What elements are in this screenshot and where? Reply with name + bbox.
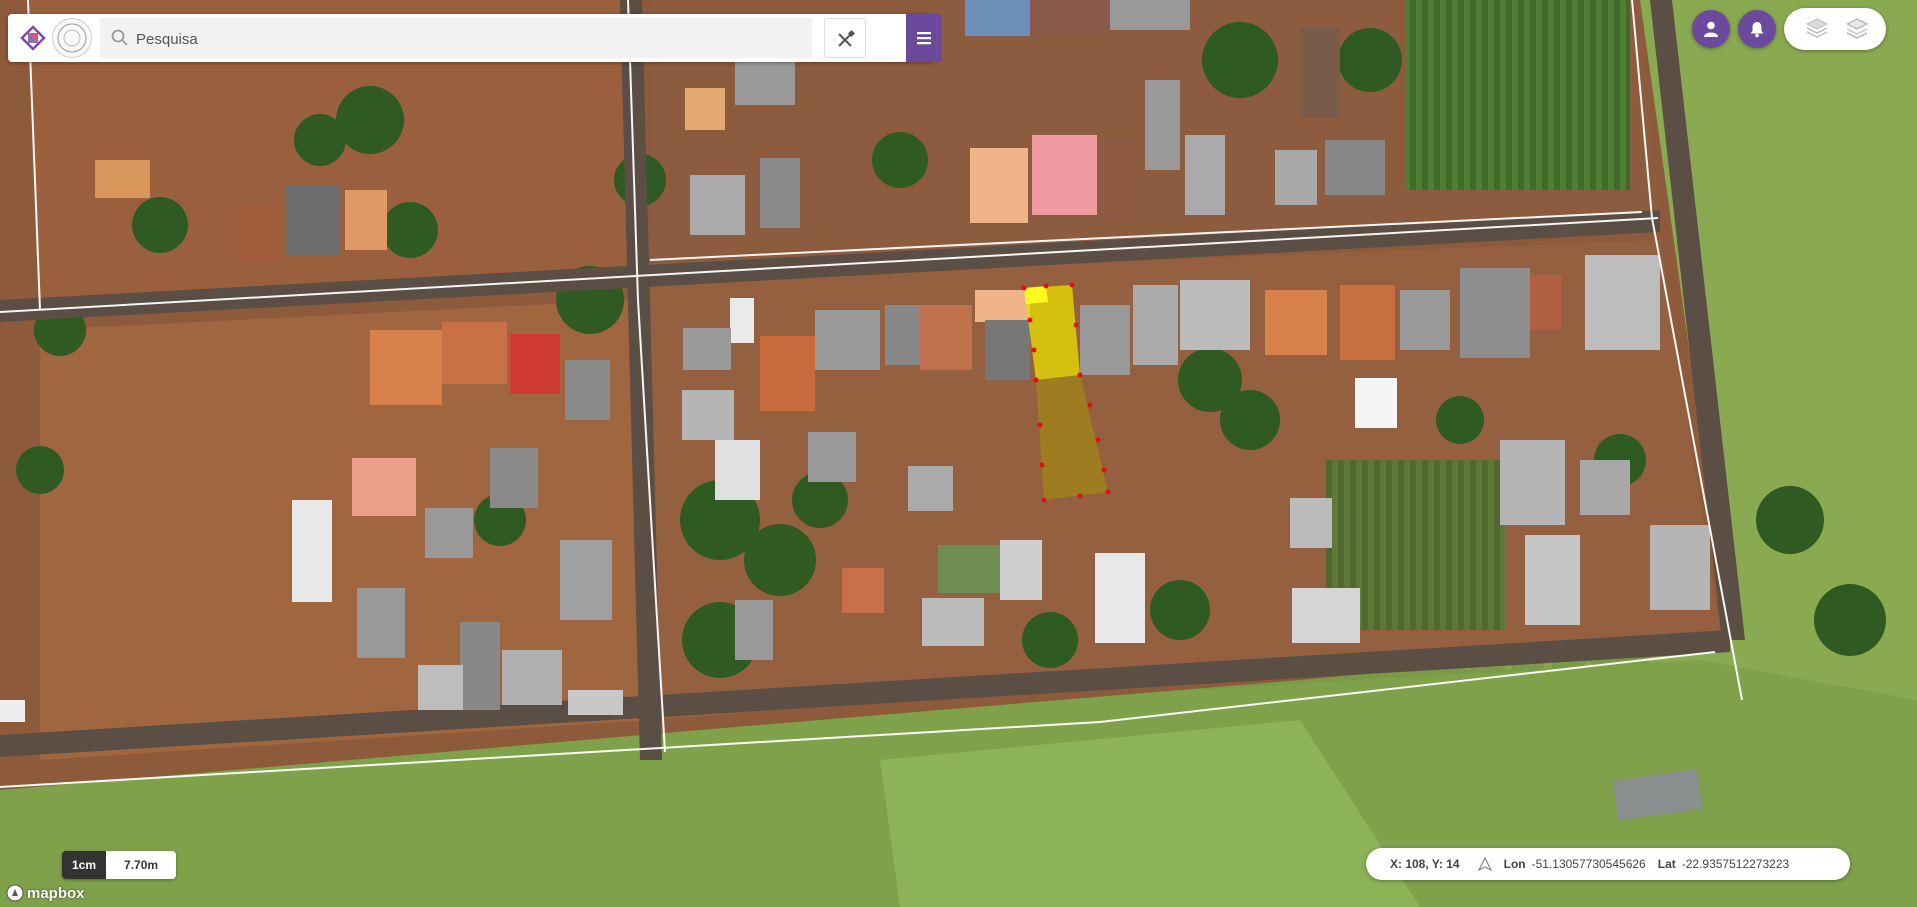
layers-stack-icon[interactable] [1802, 14, 1832, 44]
bell-icon [1750, 22, 1764, 38]
layers-stack-icon[interactable] [1842, 14, 1872, 44]
mapbox-text: mapbox [27, 884, 85, 902]
search-toolbar [8, 14, 942, 62]
menu-button[interactable] [906, 14, 942, 62]
user-icon [1704, 21, 1718, 37]
longitude-readout: Lon -51.13057730545626 [1503, 857, 1646, 871]
app-logo-icon[interactable] [16, 21, 50, 55]
notifications-button[interactable] [1738, 10, 1776, 48]
pixel-xy-readout: X: 108, Y: 14 [1390, 857, 1460, 871]
user-button[interactable] [1692, 10, 1730, 48]
layer-switcher [1784, 8, 1886, 50]
scale-distance-value: 7.70m [106, 851, 177, 879]
municipal-seal-icon [52, 18, 92, 58]
search-input[interactable] [134, 18, 808, 60]
latitude-readout: Lat -22.9357512273223 [1657, 857, 1790, 871]
mapbox-attribution[interactable]: mapbox [6, 883, 85, 903]
scale-unit-label: 1cm [62, 851, 107, 879]
search-icon [110, 28, 130, 48]
compass-arrow-icon [1477, 857, 1492, 871]
aerial-map[interactable] [0, 0, 1917, 907]
hamburger-menu-icon [917, 32, 931, 45]
search-box [100, 18, 812, 60]
map-scale: 1cm 7.70m [62, 851, 177, 879]
tools-icon [838, 29, 856, 47]
mapbox-logo-icon [6, 884, 24, 902]
coordinate-readout: X: 108, Y: 14 Lon -51.13057730545626 Lat -… [1366, 848, 1850, 880]
tools-button[interactable] [824, 18, 866, 58]
